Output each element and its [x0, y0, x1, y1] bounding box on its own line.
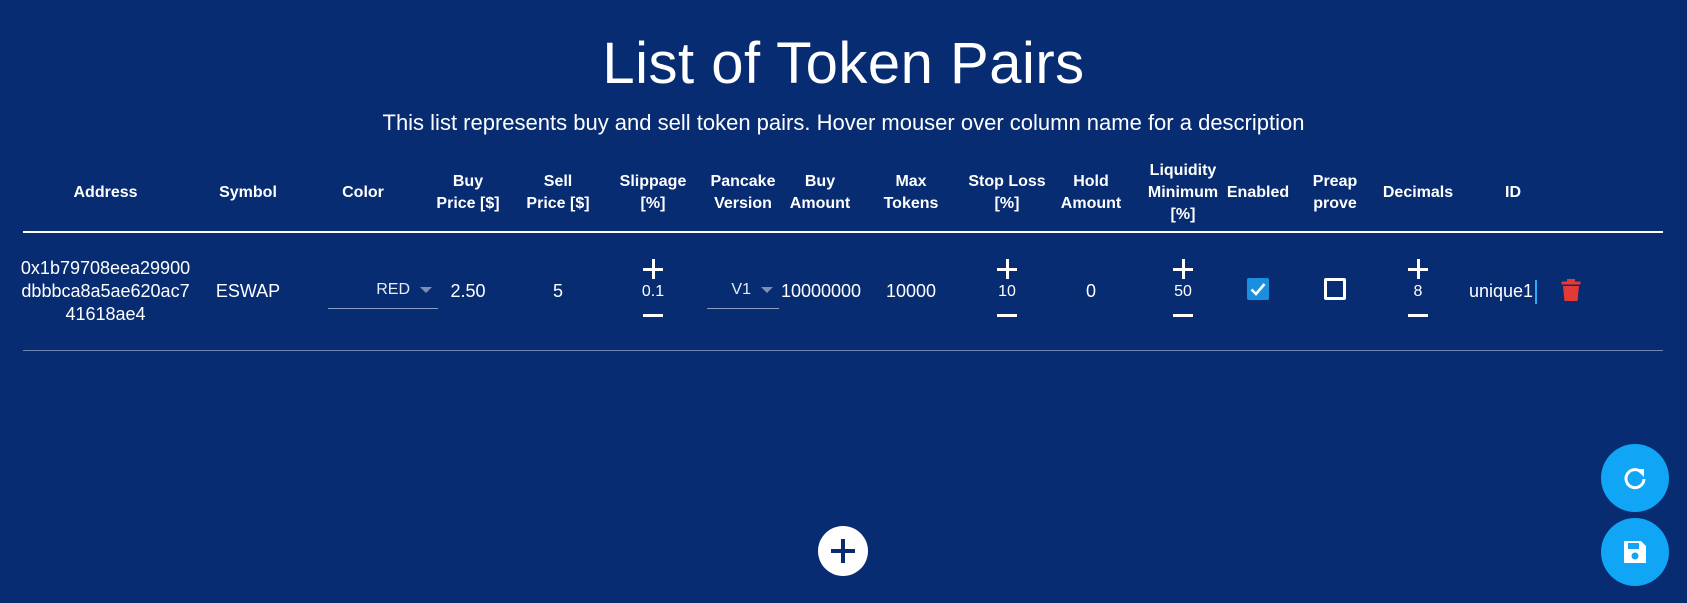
add-row-button[interactable] [818, 526, 868, 576]
liquidity-decrement-icon[interactable] [1173, 305, 1193, 325]
stop-loss-increment-icon[interactable] [997, 258, 1017, 279]
chevron-down-icon [420, 287, 432, 293]
refresh-icon [1624, 468, 1646, 490]
stop-loss-value: 10 [998, 282, 1016, 300]
decimals-increment-icon[interactable] [1408, 258, 1428, 279]
chevron-down-icon [761, 287, 773, 293]
page-title: List of Token Pairs [602, 31, 1085, 96]
color-select[interactable]: RED [328, 273, 438, 309]
enabled-checkbox[interactable] [1247, 277, 1269, 300]
preapprove-checkbox[interactable] [1324, 277, 1346, 300]
decimals-value: 8 [1413, 282, 1423, 300]
save-icon [1624, 541, 1646, 563]
table-header: Address Symbol Color Buy Price [$] Sell … [23, 155, 1663, 233]
decimals-stepper: 8 [1375, 233, 1461, 350]
preapprove-cell [1310, 233, 1360, 350]
address-line-1: 0x1b79708eea29900 [20, 258, 191, 278]
pancake-version-select[interactable]: V1 [707, 273, 779, 309]
slippage-value: 0.1 [641, 282, 665, 300]
buy-price-cell[interactable]: 2.50 [433, 233, 503, 350]
max-tokens-cell[interactable]: 10000 [876, 233, 946, 350]
text-cursor [1535, 279, 1538, 304]
column-header-liquidity-minimum[interactable]: Liquidity Minimum [%] [1143, 155, 1223, 231]
refresh-button[interactable] [1601, 444, 1669, 512]
slippage-decrement-icon[interactable] [643, 305, 663, 325]
decimals-decrement-icon[interactable] [1408, 305, 1428, 325]
table-row: 0x1b79708eea29900 dbbbca8a5ae620ac7 4161… [20, 233, 1663, 351]
stop-loss-stepper: 10 [967, 233, 1047, 350]
column-header-buy-price[interactable]: Buy Price [$] [433, 155, 503, 231]
id-cell: unique1 [1469, 233, 1619, 350]
color-select-value: RED [376, 281, 410, 298]
token-pairs-table: Address Symbol Color Buy Price [$] Sell … [20, 155, 1663, 351]
liquidity-increment-icon[interactable] [1173, 258, 1193, 279]
column-header-color[interactable]: Color [323, 155, 403, 231]
pancake-version-cell: V1 [706, 233, 780, 350]
sell-price-cell[interactable]: 5 [523, 233, 593, 350]
column-header-max-tokens[interactable]: Max Tokens [876, 155, 946, 231]
trash-icon[interactable] [1561, 278, 1581, 302]
enabled-cell [1223, 233, 1293, 350]
check-icon [1250, 282, 1266, 296]
address-line-2: dbbbca8a5ae620ac7 [21, 281, 190, 301]
liquidity-minimum-stepper: 50 [1143, 233, 1223, 350]
liquidity-minimum-value: 50 [1174, 282, 1192, 300]
slippage-stepper: 0.1 [613, 233, 693, 350]
save-button[interactable] [1601, 518, 1669, 586]
address-line-3: 41618ae4 [65, 304, 146, 324]
column-header-id[interactable]: ID [1483, 155, 1543, 231]
stop-loss-decrement-icon[interactable] [997, 305, 1017, 325]
column-header-symbol[interactable]: Symbol [203, 155, 293, 231]
column-header-sell-price[interactable]: Sell Price [$] [523, 155, 593, 231]
column-header-preapprove[interactable]: Preap prove [1310, 155, 1360, 231]
slippage-increment-icon[interactable] [643, 258, 663, 279]
column-header-decimals[interactable]: Decimals [1375, 155, 1461, 231]
id-input[interactable]: unique1 [1469, 281, 1533, 302]
column-header-stop-loss[interactable]: Stop Loss [%] [967, 155, 1047, 231]
column-header-enabled[interactable]: Enabled [1223, 155, 1293, 231]
hold-amount-cell[interactable]: 0 [1056, 233, 1126, 350]
plus-icon [831, 539, 855, 563]
symbol-cell[interactable]: ESWAP [203, 233, 293, 350]
pancake-version-value: V1 [731, 281, 751, 298]
column-header-slippage[interactable]: Slippage [%] [613, 155, 693, 231]
buy-amount-cell[interactable]: 10000000 [778, 233, 864, 350]
page-subtitle: This list represents buy and sell token … [382, 110, 1305, 135]
column-header-address[interactable]: Address [23, 155, 188, 231]
column-header-pancake-version[interactable]: Pancake Version [705, 155, 781, 231]
color-select-cell: RED [328, 233, 438, 350]
address-cell[interactable]: 0x1b79708eea29900 dbbbca8a5ae620ac7 4161… [20, 233, 191, 350]
column-header-hold-amount[interactable]: Hold Amount [1056, 155, 1126, 231]
column-header-buy-amount[interactable]: Buy Amount [785, 155, 855, 231]
